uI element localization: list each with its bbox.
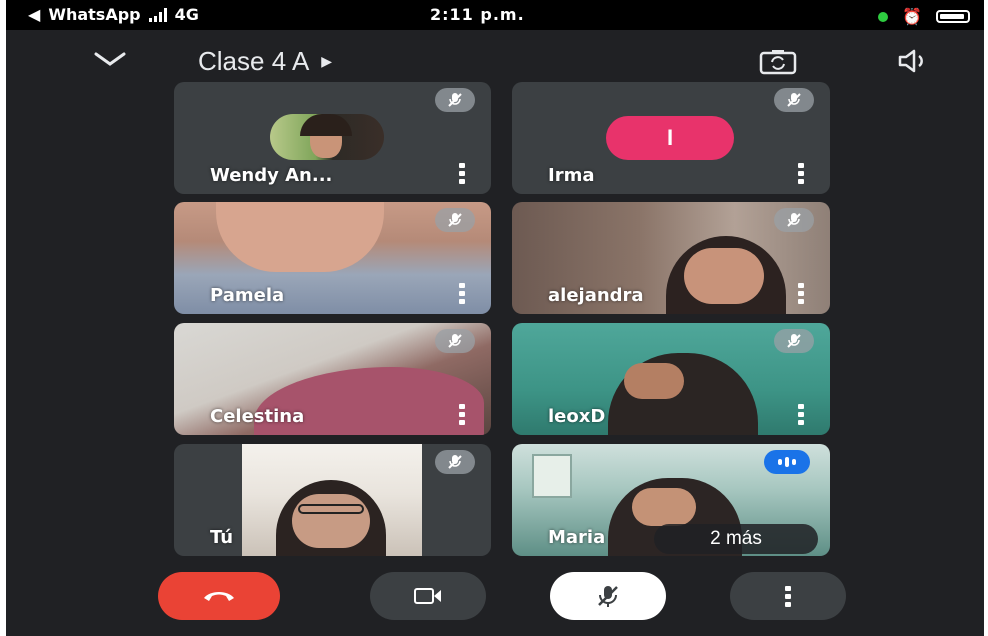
more-options-icon[interactable]	[798, 163, 804, 184]
mic-off-icon	[774, 88, 814, 112]
more-options-icon[interactable]	[459, 163, 465, 184]
self-video-feed	[242, 444, 422, 556]
participant-tile-leoxd[interactable]: leoxD	[512, 323, 830, 435]
chevron-down-icon[interactable]	[92, 48, 128, 70]
participant-name: Irma	[548, 165, 595, 186]
video-camera-icon	[414, 588, 441, 604]
switch-camera-icon[interactable]	[758, 48, 798, 76]
avatar	[270, 114, 384, 160]
participant-tile-pamela[interactable]: Pamela	[174, 202, 491, 314]
status-time: 2:11 p.m.	[430, 5, 525, 24]
end-call-button[interactable]	[158, 572, 280, 620]
call-title-button[interactable]: Clase 4 A ▶	[198, 46, 332, 77]
mic-off-icon	[598, 586, 618, 607]
more-options-icon[interactable]	[459, 283, 465, 304]
participant-tile-wendy[interactable]: Wendy An...	[174, 82, 491, 194]
participant-name: Pamela	[210, 285, 285, 306]
play-arrow-icon: ▶	[321, 53, 333, 69]
network-label: 4G	[174, 5, 199, 24]
camera-toggle-button[interactable]	[370, 572, 486, 620]
speaking-indicator-icon	[764, 450, 810, 474]
avatar: I	[606, 116, 734, 160]
speaker-icon[interactable]	[896, 48, 930, 74]
participant-name: Wendy An...	[210, 165, 333, 186]
call-screen: ◀ WhatsApp 4G 2:11 p.m. ⏰ Clase 4 A ▶ We…	[6, 0, 984, 636]
more-options-icon[interactable]	[798, 283, 804, 304]
participant-name: alejandra	[548, 285, 644, 306]
call-title: Clase 4 A	[198, 46, 310, 76]
participant-tile-self[interactable]: Tú	[174, 444, 491, 556]
more-vert-icon	[785, 585, 791, 607]
status-right: ⏰	[878, 7, 970, 26]
participant-name: leoxD	[548, 406, 606, 427]
more-options-icon[interactable]	[798, 404, 804, 425]
participant-name: Tú	[210, 527, 234, 548]
mic-off-icon	[435, 88, 475, 112]
status-left: ◀ WhatsApp 4G	[28, 5, 199, 24]
mic-off-icon	[435, 208, 475, 232]
status-bar: ◀ WhatsApp 4G 2:11 p.m. ⏰	[6, 0, 984, 30]
mic-off-icon	[435, 329, 475, 353]
carrier-label: WhatsApp	[48, 5, 141, 24]
participant-name: Celestina	[210, 406, 305, 427]
more-options-icon[interactable]	[459, 404, 465, 425]
back-to-app-icon[interactable]: ◀	[28, 5, 40, 24]
mic-in-use-icon	[878, 11, 889, 22]
more-participants-button[interactable]: 2 más	[654, 524, 818, 554]
participant-tile-celestina[interactable]: Celestina	[174, 323, 491, 435]
microphone-toggle-button[interactable]	[550, 572, 666, 620]
call-top-bar: Clase 4 A ▶	[6, 42, 984, 82]
mic-off-icon	[435, 450, 475, 474]
alarm-icon: ⏰	[902, 7, 922, 26]
participant-name: Maria	[548, 527, 606, 548]
video-feed	[216, 202, 384, 272]
more-options-button[interactable]	[730, 572, 846, 620]
mic-off-icon	[774, 208, 814, 232]
video-feed	[532, 454, 572, 498]
participant-tile-irma[interactable]: I Irma	[512, 82, 830, 194]
signal-icon	[148, 7, 167, 22]
battery-icon	[936, 10, 970, 23]
participant-tile-alejandra[interactable]: alejandra	[512, 202, 830, 314]
mic-off-icon	[774, 329, 814, 353]
participant-tile-maria[interactable]: Maria 2 más	[512, 444, 830, 556]
hang-up-icon	[204, 592, 234, 601]
